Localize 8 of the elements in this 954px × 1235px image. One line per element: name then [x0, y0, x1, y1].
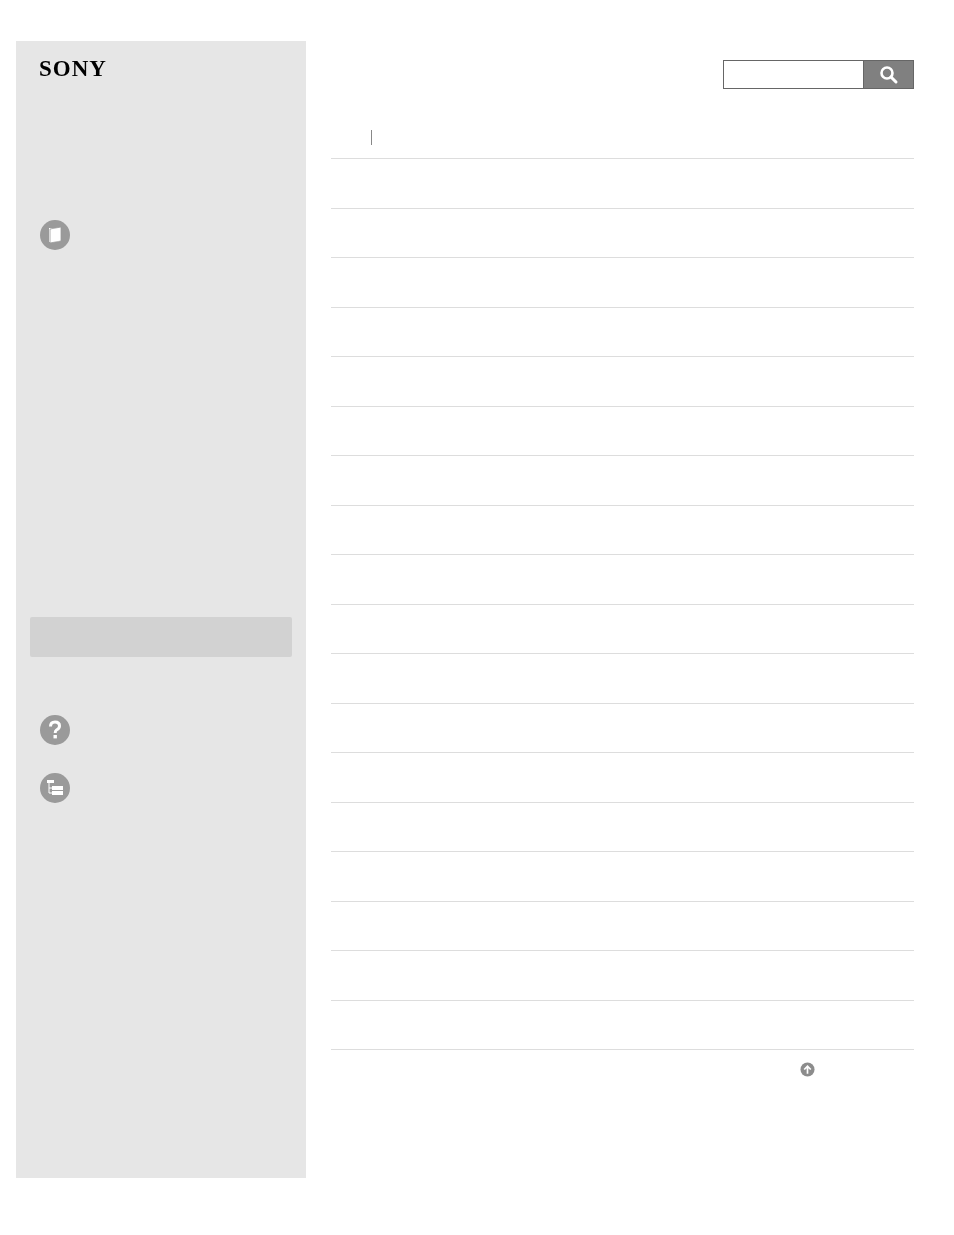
book-icon[interactable] — [39, 219, 71, 251]
logo: SONY — [39, 58, 107, 80]
search-field[interactable] — [723, 60, 863, 89]
back-to-top-icon[interactable] — [800, 1062, 815, 1077]
tree-icon[interactable] — [39, 772, 71, 804]
help-icon[interactable] — [39, 714, 71, 746]
search-button[interactable] — [863, 60, 914, 89]
search-icon — [878, 64, 899, 85]
